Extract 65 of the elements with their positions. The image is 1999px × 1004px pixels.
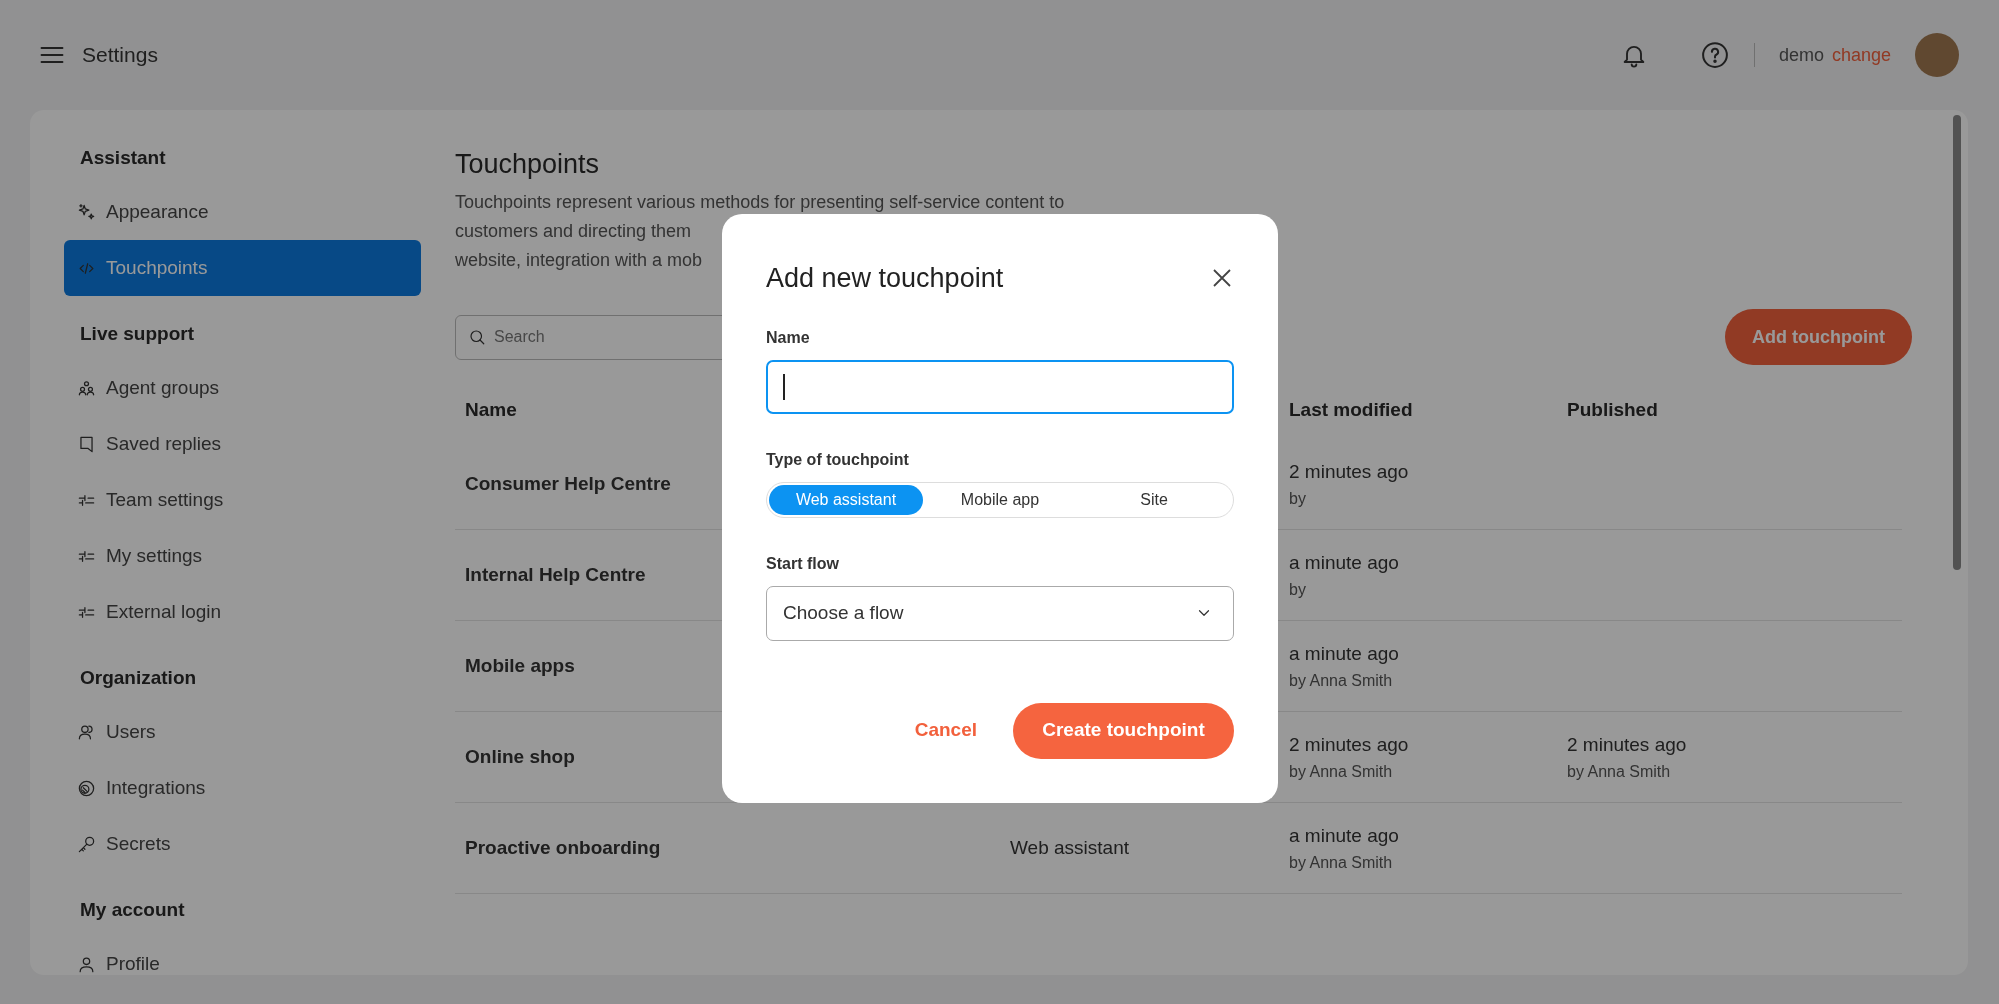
- table-cell-text: Proactive onboarding: [465, 836, 661, 861]
- table-cell-text: 2 minutes ago: [1289, 460, 1409, 485]
- description-line: customers and directing them: [455, 220, 692, 244]
- column-header: Name: [465, 398, 517, 423]
- table-cell-text: by Anna Smith: [1567, 761, 1671, 782]
- page-title: Settings: [82, 42, 158, 69]
- table-cell-text: by Anna Smith: [1289, 852, 1393, 873]
- text-cursor: [783, 373, 785, 400]
- field-label: Name: [766, 327, 811, 348]
- table-cell-text: by: [1289, 488, 1306, 509]
- segment-tab[interactable]: Mobile app: [923, 484, 1077, 515]
- table-cell-text: a minute ago: [1289, 642, 1399, 667]
- table-cell-text: by: [1289, 579, 1306, 600]
- field-label: Type of touchpoint: [766, 449, 910, 470]
- sidebar-item[interactable]: Secrets: [64, 816, 421, 872]
- table-cell-text: by Anna Smith: [1289, 670, 1393, 691]
- name-input[interactable]: [766, 359, 1234, 414]
- description-line: Touchpoints represent various methods for presenting self-service content to: [455, 191, 1065, 215]
- sidebar-item-icon: [77, 378, 96, 398]
- table-cell-text: Online shop: [465, 745, 575, 770]
- help-icon[interactable]: [1699, 40, 1730, 70]
- sidebar-item[interactable]: Integrations: [64, 760, 421, 816]
- table-cell-text: Web assistant: [1010, 836, 1129, 861]
- sidebar-item[interactable]: Profile: [64, 936, 421, 975]
- field-label: Start flow: [766, 553, 840, 574]
- table-cell-text: by Anna Smith: [1289, 761, 1393, 782]
- select-placeholder: Choose a flow: [783, 600, 904, 625]
- add-touchpoint-button[interactable]: Add touchpoint: [1725, 309, 1912, 366]
- segment-tab[interactable]: Web assistant: [769, 484, 923, 515]
- section-title: My account: [79, 897, 186, 922]
- create-button[interactable]: Create touchpoint: [1013, 702, 1234, 759]
- sidebar-item-icon: [77, 834, 96, 854]
- table-cell-text: Mobile apps: [465, 654, 575, 679]
- page-heading: Touchpoints: [455, 148, 601, 181]
- search-icon: [468, 328, 486, 347]
- sidebar-item[interactable]: Saved replies: [64, 416, 421, 472]
- table-cell-text: Consumer Help Centre: [465, 472, 671, 497]
- section-title: Live support: [79, 321, 195, 346]
- section-title: Organization: [79, 665, 198, 690]
- sidebar-item-icon: [77, 778, 96, 798]
- table-cell-text: a minute ago: [1289, 824, 1399, 849]
- sidebar-item-icon: [77, 202, 96, 222]
- section-title: Assistant: [79, 145, 167, 170]
- table-cell-text: 2 minutes ago: [1567, 733, 1687, 758]
- description-line: website, integration with a mob: [455, 249, 703, 273]
- sidebar-item[interactable]: External login: [64, 584, 421, 640]
- sidebar-item[interactable]: My settings: [64, 528, 421, 584]
- sidebar-item[interactable]: Appearance: [64, 184, 421, 240]
- table-cell-text: Internal Help Centre: [465, 563, 646, 588]
- cancel-button[interactable]: Cancel: [894, 716, 997, 745]
- user-name: demo: [1778, 43, 1824, 67]
- flow-select[interactable]: Choose a flow: [766, 585, 1234, 641]
- sidebar-item-icon: [77, 434, 96, 454]
- avatar[interactable]: [1915, 33, 1959, 77]
- column-header: Published: [1567, 398, 1658, 423]
- sidebar-item[interactable]: Users: [64, 704, 421, 760]
- column-header: Last modified: [1289, 398, 1413, 423]
- dialog-title: Add new touchpoint: [766, 262, 1004, 295]
- sidebar-item[interactable]: Touchpoints: [64, 240, 421, 296]
- sidebar-item[interactable]: Agent groups: [64, 360, 421, 416]
- segment-tab[interactable]: Site: [1077, 484, 1231, 515]
- search-placeholder: Search: [494, 327, 545, 348]
- table-cell-text: 2 minutes ago: [1289, 733, 1409, 758]
- table-cell-text: a minute ago: [1289, 551, 1399, 576]
- sidebar-item[interactable]: Team settings: [64, 472, 421, 528]
